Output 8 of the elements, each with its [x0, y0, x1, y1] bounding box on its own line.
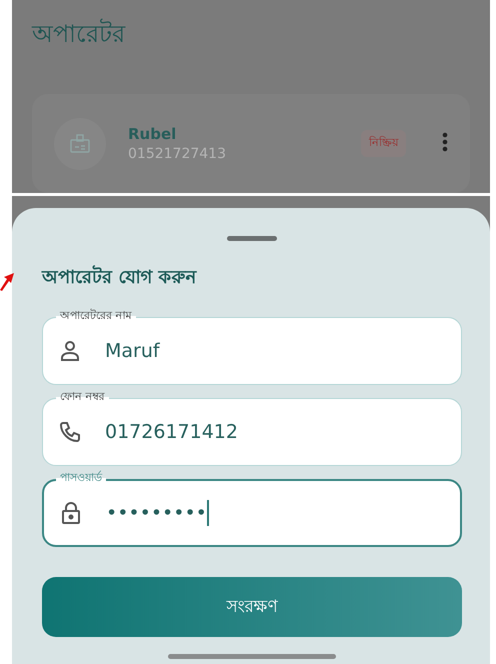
- field-value: 01726171412: [105, 421, 238, 443]
- field-value: •••••••••: [106, 502, 207, 524]
- operator-name: Rubel: [128, 125, 178, 143]
- save-button[interactable]: সংরক্ষণ: [42, 577, 462, 637]
- sheet-title: অপারেটর যোগ করুন: [42, 264, 197, 290]
- field-value: Maruf: [105, 340, 160, 362]
- status-badge: নিষ্ক্রিয়: [361, 130, 406, 157]
- page-title: অপারেটর: [32, 18, 125, 50]
